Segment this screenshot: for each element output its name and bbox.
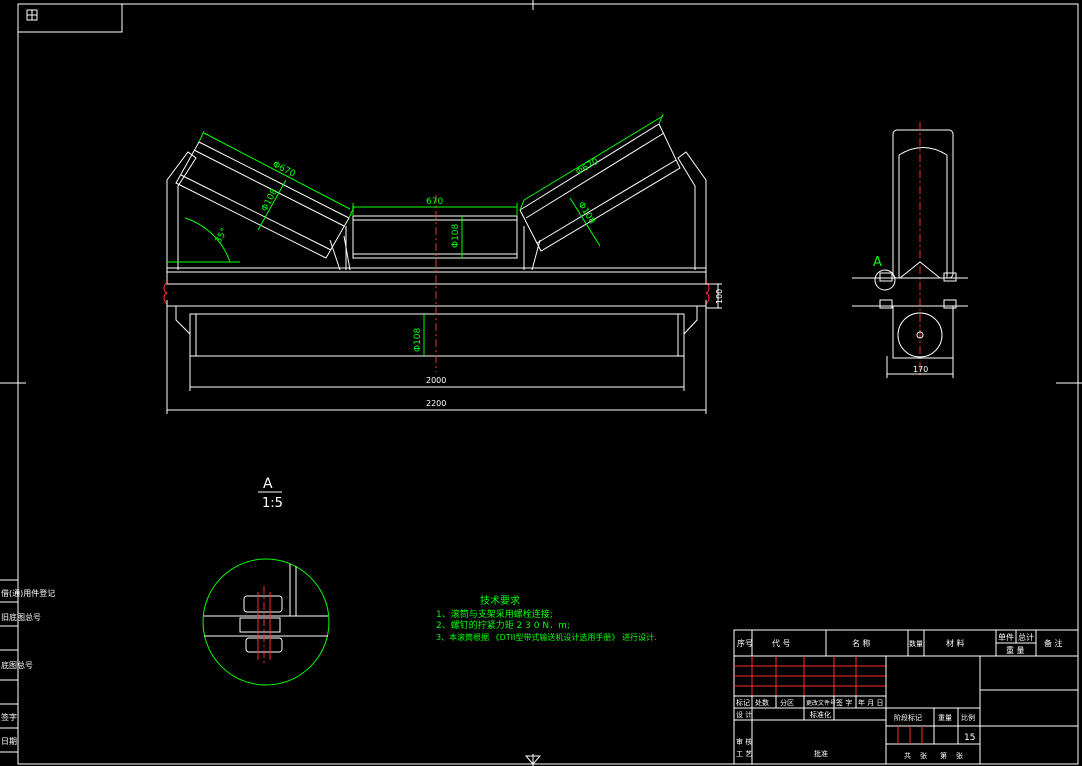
row-design: 设 计: [736, 710, 752, 719]
row-standard: 标准化: [810, 710, 831, 719]
header-total: 总计: [1018, 632, 1034, 642]
dim-angle: 35°: [214, 227, 230, 246]
rev-date: 年 月 日: [858, 698, 883, 707]
row-approve: 批准: [814, 749, 828, 758]
washer: [239, 617, 281, 633]
right-bracket: [677, 151, 707, 270]
header-material: 材 料: [946, 638, 965, 648]
rev-mark: 标记: [736, 698, 750, 707]
tech-requirements: 技术要求 1、滚筒与支架采用螺栓连接; 2、螺钉的拧紧力矩 2 3 0 N．m;…: [436, 594, 656, 642]
detail-letter: A: [263, 476, 273, 492]
title-block: 序号 代 号 名 称 数量 材 料 单件 总计 重 量 备 注 标记 处数 分区…: [733, 629, 1079, 765]
header-qty: 数量: [909, 639, 923, 648]
header-unit: 单件: [998, 632, 1014, 642]
side-bracket: [892, 129, 954, 279]
dim-right-wing-bore: Φ108: [575, 200, 596, 226]
return-roller: [189, 313, 685, 357]
dim-side-height: 100: [715, 289, 724, 304]
rev-sign: 签 字: [836, 698, 852, 707]
scale-label: 比例: [961, 713, 975, 722]
dim-center-length: 670: [426, 197, 443, 207]
detail-marker: A: [873, 255, 882, 270]
tech-item: 2、螺钉的拧紧力矩 2 3 0 N．m;: [436, 619, 570, 631]
revision-grid: [734, 656, 887, 696]
return-left-hanger: [175, 306, 191, 335]
bolt-head: [243, 595, 283, 613]
rev-count: 处数: [755, 698, 769, 707]
sheet-total: 共: [904, 751, 911, 760]
scale-value: 15: [964, 733, 975, 743]
header-name: 名 称: [852, 638, 871, 648]
center-roller: [352, 215, 518, 259]
header-code: 代 号: [772, 638, 791, 648]
weight-label: 重量: [938, 714, 952, 722]
tech-title: 技术要求: [480, 594, 520, 607]
rev-doc: 更改文件号: [806, 699, 836, 707]
sheet-unit-2: 张: [956, 751, 963, 760]
row-review: 审 核: [736, 737, 752, 746]
row-process: 工 艺: [736, 750, 752, 758]
top-left-box: [17, 3, 123, 33]
detail-circle: [202, 558, 330, 686]
detail-view: [202, 558, 330, 686]
tech-item: 3、本滚筒根据 《DTII型带式输送机设计选用手册》 进行设计.: [436, 632, 656, 642]
return-right-hanger: [683, 306, 698, 335]
dim-return-length: 2000: [426, 376, 446, 385]
dim-return-diameter: Φ108: [413, 327, 423, 352]
dim-overall-length: 2200: [426, 399, 446, 408]
tech-item: 1、滚筒与支架采用螺栓连接;: [436, 608, 553, 620]
side-return-hanger: [892, 305, 954, 359]
dim-left-wing-diameter: Φ670: [271, 160, 297, 180]
stage-cells: [897, 726, 923, 744]
left-wing-roller: [175, 141, 350, 259]
margin-label: 旧底图总号: [1, 612, 41, 622]
cad-drawing: 借(通)用件登记 旧底图总号 底图总号 签字 日期 Φ670 Φ108 35° …: [0, 0, 1082, 766]
sheet-unit: 张: [920, 751, 927, 760]
header-weight: 重 量: [1006, 645, 1025, 655]
header-remark: 备 注: [1044, 638, 1063, 648]
dim-side-width: 170: [913, 365, 928, 374]
front-view: [163, 123, 710, 372]
detail-scale: 1:5: [262, 496, 283, 511]
stage-label: 阶段标记: [894, 713, 922, 722]
margin-label: 日期: [1, 737, 17, 746]
front-dimensions: Φ670 Φ108 35° 670 Φ108 Φ670 Φ108 Φ108 20…: [166, 113, 724, 414]
drawing-border: [17, 3, 1079, 765]
margin-label: 签字: [1, 712, 17, 722]
header-index: 序号: [737, 638, 753, 648]
dim-center-diameter: Φ108: [451, 223, 461, 248]
detail-label: A 1:5: [258, 476, 283, 511]
dim-left-wing-bore: Φ108: [260, 187, 280, 213]
margin-label: 借(通)用件登记: [1, 588, 55, 598]
left-bracket: [166, 151, 197, 270]
margin-label: 底图总号: [1, 660, 33, 670]
sheet-index: 第: [940, 751, 947, 760]
rev-zone: 分区: [780, 698, 794, 707]
side-view: A 170: [852, 122, 968, 378]
margin-strip: 借(通)用件登记 旧底图总号 底图总号 签字 日期: [0, 579, 55, 753]
